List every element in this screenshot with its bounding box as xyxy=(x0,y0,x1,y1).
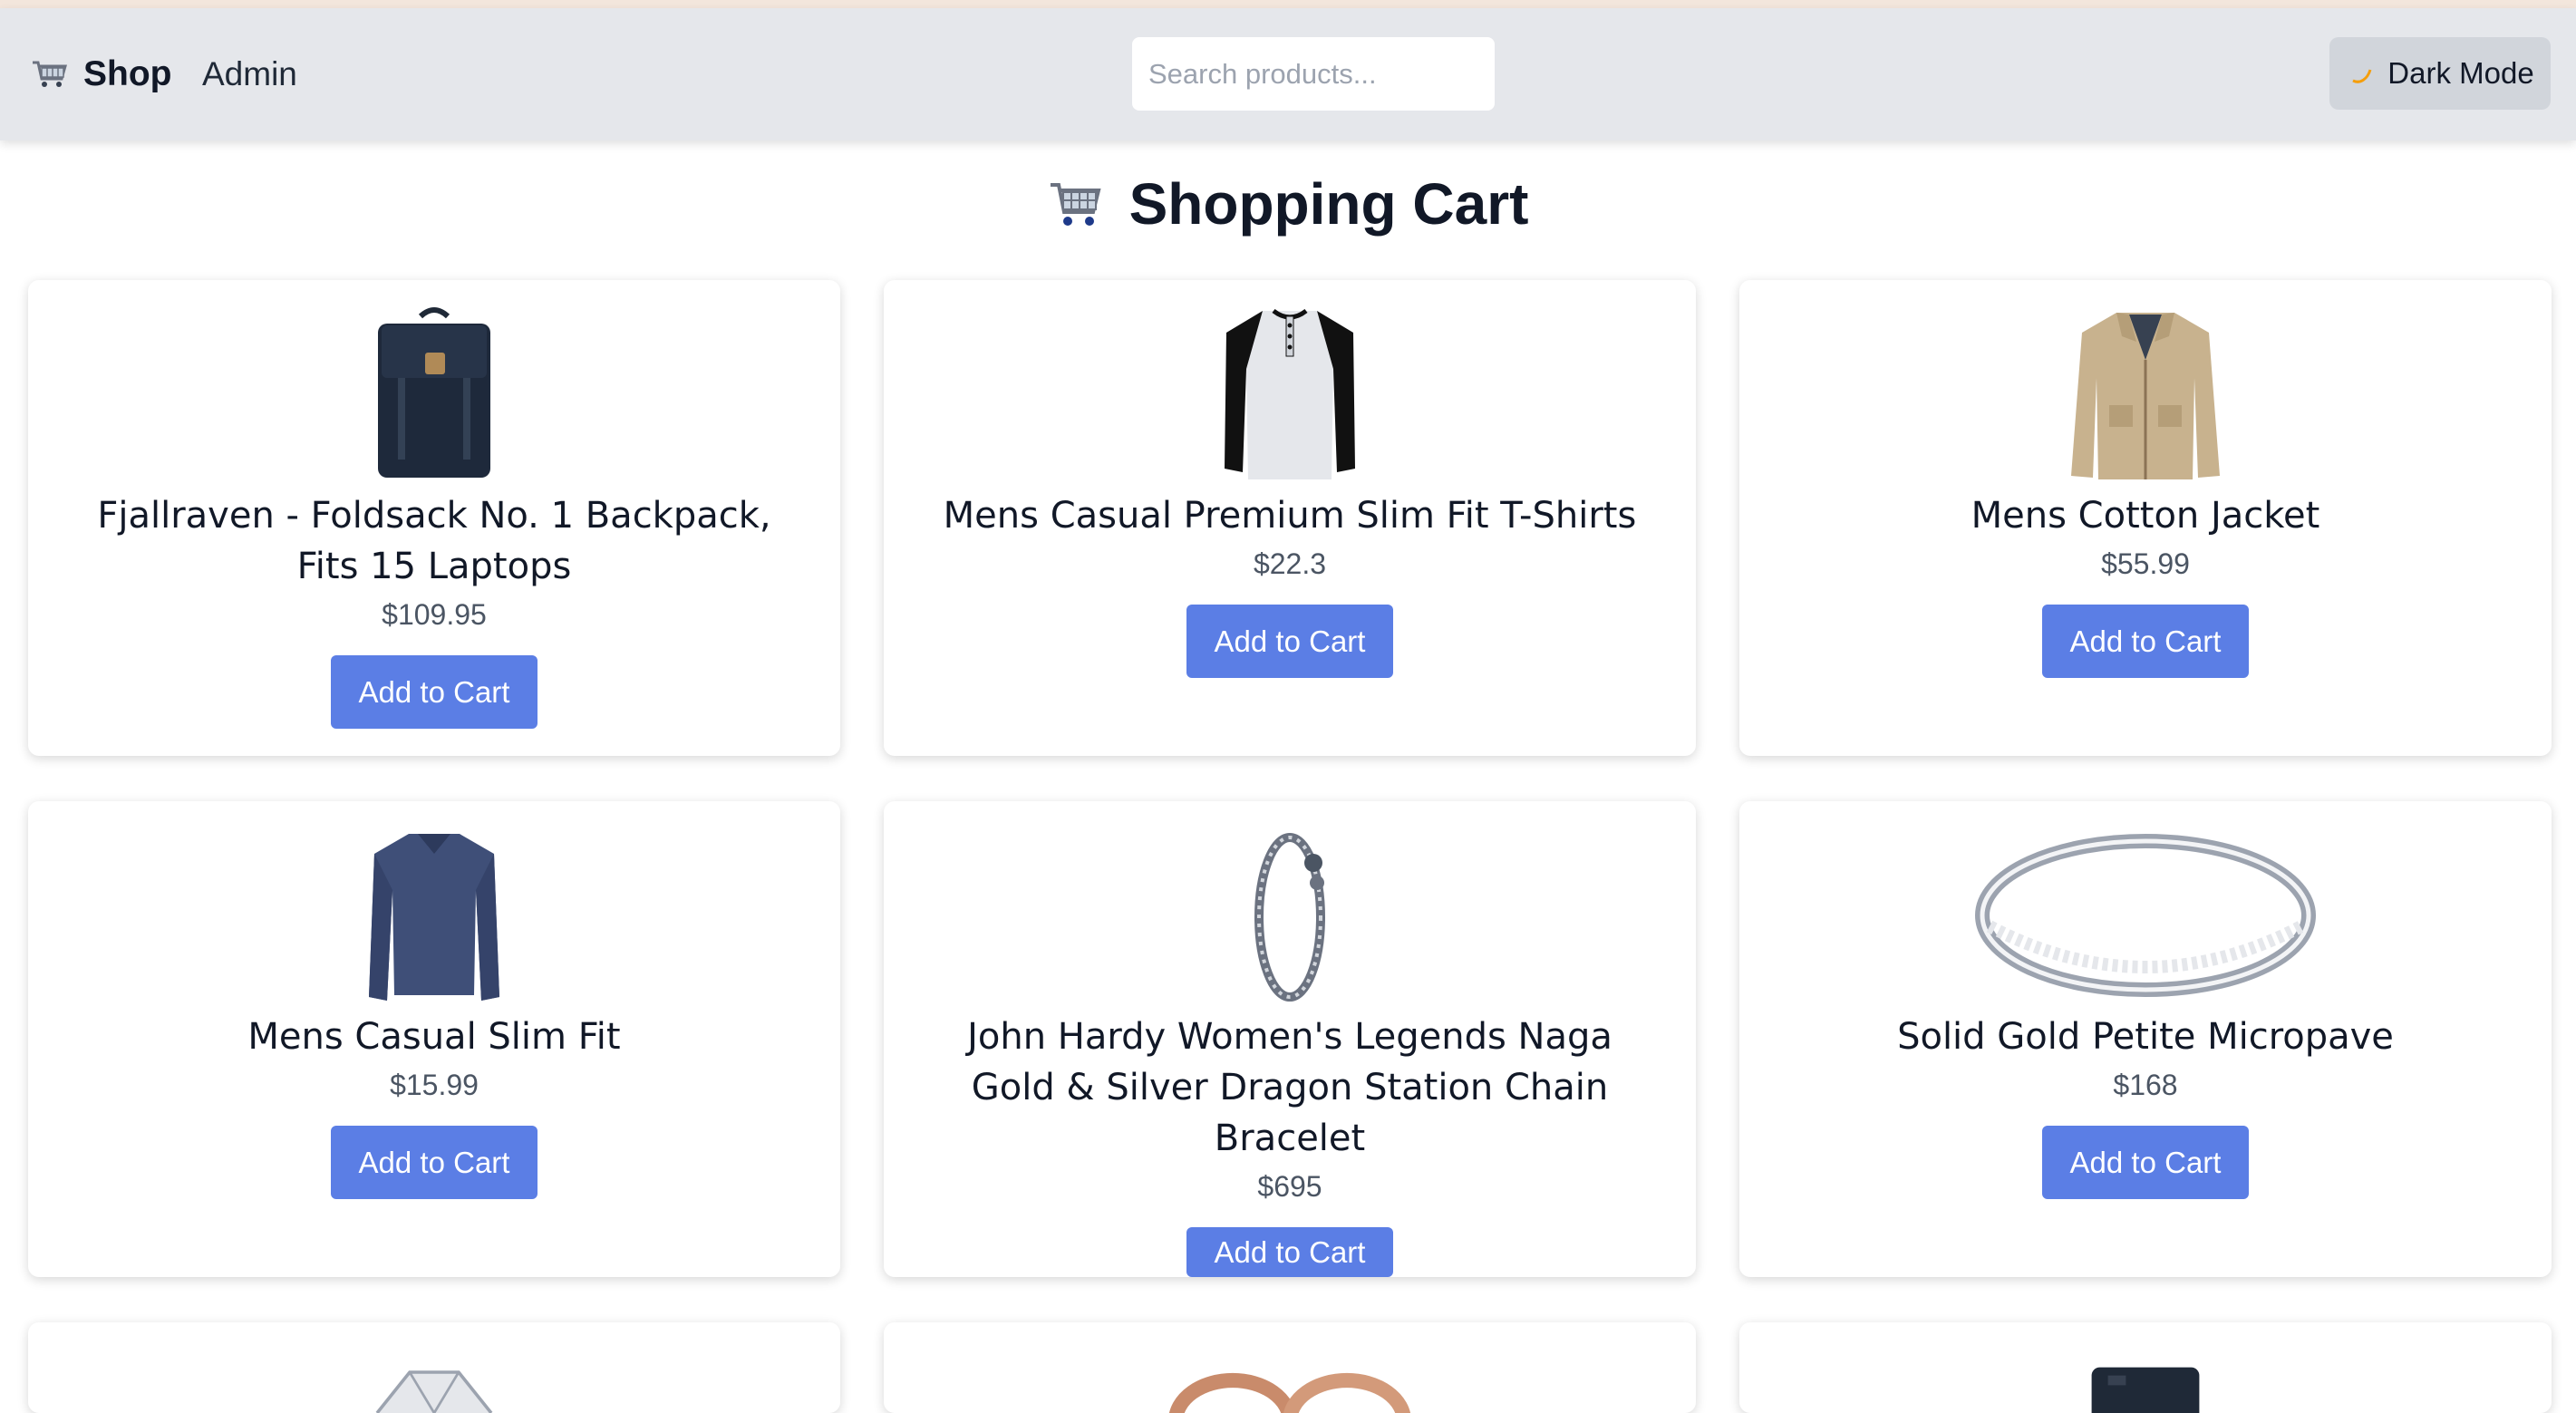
dark-mode-label: Dark Mode xyxy=(2387,56,2534,90)
product-price: $55.99 xyxy=(2101,547,2190,580)
product-name: Solid Gold Petite Micropave xyxy=(1897,1016,2394,1058)
shopping-cart-icon xyxy=(33,61,67,87)
product-card: Mens Cotton Jacket $55.99 Add to Cart xyxy=(1739,280,2552,756)
rose-gold-rings-icon xyxy=(1168,1372,1411,1413)
add-to-cart-button[interactable]: Add to Cart xyxy=(2042,605,2249,678)
add-to-cart-button[interactable]: Add to Cart xyxy=(331,655,537,729)
brand-label: Shop xyxy=(83,54,172,93)
add-to-cart-button[interactable]: Add to Cart xyxy=(1186,1227,1393,1277)
window-top-edge xyxy=(0,0,2576,8)
product-card: John Hardy Women's Legends Naga Gold & S… xyxy=(884,801,1696,1277)
add-to-cart-button[interactable]: Add to Cart xyxy=(331,1126,537,1199)
product-card: Solid Gold Petite Micropave $168 Add to … xyxy=(1739,801,2552,1277)
page-title: Shopping Cart xyxy=(0,163,2576,245)
product-card xyxy=(28,1322,840,1413)
product-card xyxy=(884,1322,1696,1413)
product-image xyxy=(298,827,570,1004)
product-name: Mens Casual Slim Fit xyxy=(247,1016,621,1058)
brand-link[interactable]: Shop xyxy=(31,8,171,140)
product-name: Mens Cotton Jacket xyxy=(1971,495,2320,537)
product-image xyxy=(1154,305,1426,483)
moon-icon xyxy=(2351,69,2372,83)
product-name: John Hardy Women's Legends Naga Gold & S… xyxy=(967,1016,1612,1159)
add-to-cart-button[interactable]: Add to Cart xyxy=(2042,1126,2249,1199)
product-card xyxy=(1739,1322,2552,1413)
product-image xyxy=(1973,827,2318,1004)
product-price: $22.3 xyxy=(1253,547,1327,580)
add-to-cart-button[interactable]: Add to Cart xyxy=(1186,605,1393,678)
dark-mode-button[interactable]: Dark Mode xyxy=(2329,37,2551,110)
product-card: Mens Casual Slim Fit $15.99 Add to Cart xyxy=(28,801,840,1277)
ring-icon xyxy=(1975,834,2316,997)
page-title-text: Shopping Cart xyxy=(1128,171,1529,237)
product-image xyxy=(298,305,570,483)
product-name: Fjallraven - Foldsack No. 1 Backpack, Fi… xyxy=(97,495,771,587)
product-card: Fjallraven - Foldsack No. 1 Backpack, Fi… xyxy=(28,280,840,756)
shopping-cart-icon xyxy=(1050,183,1101,226)
admin-link[interactable]: Admin xyxy=(202,8,297,140)
product-price: $109.95 xyxy=(382,598,487,631)
jacket-icon xyxy=(2071,313,2220,479)
navbar: Shop Admin Dark Mode xyxy=(0,8,2576,140)
product-price: $15.99 xyxy=(390,1069,479,1101)
product-grid: Fjallraven - Foldsack No. 1 Backpack, Fi… xyxy=(28,280,2552,1413)
long-sleeve-shirt-icon xyxy=(369,834,499,1001)
product-price: $168 xyxy=(2113,1069,2178,1101)
product-name: Mens Casual Premium Slim Fit T-Shirts xyxy=(943,495,1637,537)
backpack-icon xyxy=(378,307,490,478)
bracelet-icon xyxy=(1254,833,1325,1002)
t-shirt-icon xyxy=(1225,308,1355,479)
product-price: $695 xyxy=(1257,1170,1322,1203)
hard-drive-icon xyxy=(2091,1367,2200,1413)
diamond-ring-icon xyxy=(375,1370,493,1413)
search-input[interactable] xyxy=(1132,37,1495,111)
product-card: Mens Casual Premium Slim Fit T-Shirts $2… xyxy=(884,280,1696,756)
product-image xyxy=(2009,305,2281,483)
product-image xyxy=(1154,827,1426,1004)
